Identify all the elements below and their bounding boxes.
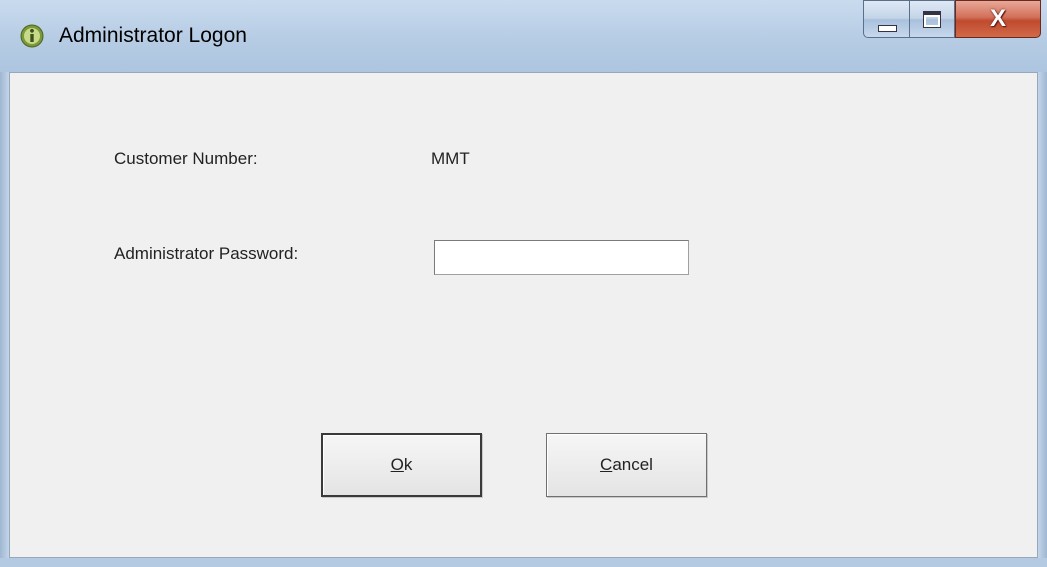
info-icon xyxy=(20,24,44,48)
administrator-password-input[interactable] xyxy=(434,240,689,275)
dialog-client-area: Customer Number: MMT Administrator Passw… xyxy=(9,72,1038,558)
cancel-button[interactable]: Cancel xyxy=(546,433,707,497)
window-title: Administrator Logon xyxy=(59,24,247,47)
administrator-logon-window: Administrator Logon X Customer Number: M… xyxy=(0,0,1047,567)
minimize-button[interactable] xyxy=(863,0,909,38)
maximize-button[interactable] xyxy=(909,0,955,38)
window-right-border xyxy=(1038,72,1047,567)
ok-button[interactable]: Ok xyxy=(321,433,482,497)
ok-mnemonic: O xyxy=(390,455,404,474)
customer-number-value: MMT xyxy=(431,149,470,168)
administrator-password-label: Administrator Password: xyxy=(114,244,299,263)
minimize-icon xyxy=(878,25,897,32)
caption-buttons: X xyxy=(863,0,1041,38)
close-icon: X xyxy=(989,5,1006,32)
title-bar[interactable]: Administrator Logon X xyxy=(0,0,1047,72)
window-bottom-border xyxy=(0,558,1047,567)
window-left-border xyxy=(0,72,9,567)
maximize-icon xyxy=(923,11,941,28)
cancel-mnemonic: C xyxy=(600,455,613,474)
cancel-label-rest: ancel xyxy=(612,455,653,474)
customer-number-label: Customer Number: xyxy=(114,149,258,168)
close-button[interactable]: X xyxy=(955,0,1041,38)
ok-label-rest: k xyxy=(403,455,413,474)
